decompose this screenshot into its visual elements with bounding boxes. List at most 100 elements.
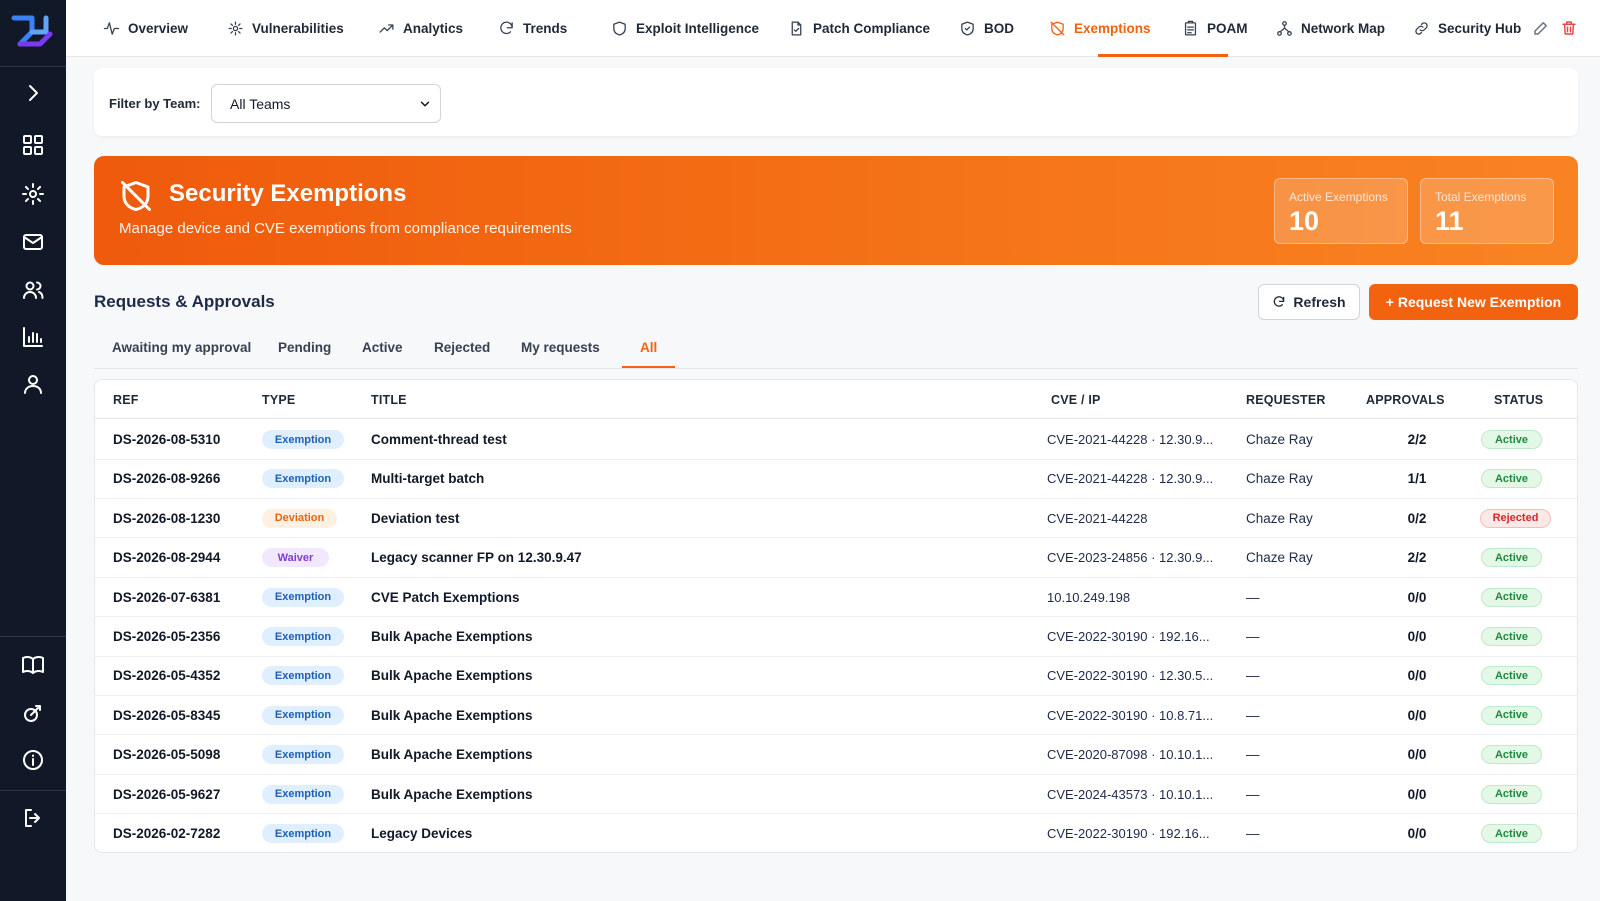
table-row[interactable]: DS-2026-05-8345 Exemption Bulk Apache Exem… xyxy=(95,696,1577,736)
title-cell[interactable]: Bulk Apache Exemptions xyxy=(371,787,533,802)
approvals-cell: 0/0 xyxy=(1407,629,1427,644)
ref-cell[interactable]: DS-2026-08-5310 xyxy=(113,432,220,447)
table-row[interactable]: DS-2026-08-5310 Exemption Comment-thread t… xyxy=(95,420,1577,460)
col-approvals[interactable]: APPROVALS xyxy=(1366,393,1445,407)
edit-icon[interactable] xyxy=(1532,19,1550,37)
grid-icon[interactable] xyxy=(20,132,46,158)
approvals-cell: 1/1 xyxy=(1407,471,1427,487)
ref-cell[interactable]: DS-2026-05-9627 xyxy=(113,787,220,802)
table-row[interactable]: DS-2026-05-4352 Exemption Bulk Apache Exem… xyxy=(95,656,1577,696)
table-row[interactable]: DS-2026-08-1230 Deviation Deviation test CV… xyxy=(95,499,1577,539)
title-cell[interactable]: Bulk Apache Exemptions xyxy=(371,668,533,683)
table-row[interactable]: DS-2026-07-6381 Exemption CVE Patch Exempt… xyxy=(95,578,1577,618)
requester-cell: Chaze Ray xyxy=(1246,510,1313,526)
ref-cell[interactable]: DS-2026-02-7282 xyxy=(113,826,220,841)
type-badge: Exemption xyxy=(262,666,344,686)
chevron-right-icon[interactable] xyxy=(20,80,46,106)
title-cell[interactable]: Deviation test xyxy=(371,511,460,526)
requester-cell: — xyxy=(1246,668,1260,684)
cve-ip-cell: CVE-2021-44228 xyxy=(1047,510,1148,526)
total-exemptions-stat: Total Exemptions 11 xyxy=(1420,178,1554,244)
active-exemptions-stat: Active Exemptions 10 xyxy=(1274,178,1408,244)
cve-ip-cell: CVE-2024-43573 · 10.10.1... xyxy=(1047,786,1214,802)
tab-vulnerabilities[interactable]: Vulnerabilities xyxy=(227,0,344,57)
table-row[interactable]: DS-2026-08-2944 Waiver Legacy scanner FP o… xyxy=(95,538,1577,578)
status-badge: Active xyxy=(1481,469,1542,489)
tab-exemptions[interactable]: Exemptions xyxy=(1049,0,1151,57)
title-cell[interactable]: Bulk Apache Exemptions xyxy=(371,747,533,762)
refresh-button[interactable]: Refresh xyxy=(1258,284,1360,320)
refresh-icon xyxy=(1274,296,1285,307)
tab-overview[interactable]: Overview xyxy=(103,0,188,57)
request-filter-tabs: Awaiting my approval Pending Active Reje… xyxy=(94,334,1578,369)
bar-chart-icon[interactable] xyxy=(20,324,46,350)
table-row[interactable]: DS-2026-02-7282 Exemption Legacy Devices CV… xyxy=(95,814,1577,852)
tab-network-map[interactable]: Network Map xyxy=(1276,0,1385,57)
tab-poam[interactable]: POAM xyxy=(1182,0,1248,57)
section-title: Requests & Approvals xyxy=(94,292,275,311)
title-cell[interactable]: Legacy Devices xyxy=(371,826,472,841)
table-row[interactable]: DS-2026-05-2356 Exemption Bulk Apache Exem… xyxy=(95,617,1577,657)
tab-rejected[interactable]: Rejected xyxy=(434,340,490,355)
approvals-cell: 0/0 xyxy=(1407,786,1427,802)
title-cell[interactable]: Bulk Apache Exemptions xyxy=(371,708,533,723)
tab-analytics[interactable]: Analytics xyxy=(378,0,463,57)
tab-patch-compliance[interactable]: Patch Compliance xyxy=(788,0,930,57)
ref-cell[interactable]: DS-2026-05-5098 xyxy=(113,747,220,762)
sidebar xyxy=(0,0,66,901)
requester-cell: — xyxy=(1246,786,1260,802)
type-badge: Exemption xyxy=(262,469,344,489)
satellite-icon[interactable] xyxy=(20,700,46,726)
tab-my-requests[interactable]: My requests xyxy=(521,340,600,355)
approvals-cell: 0/0 xyxy=(1407,826,1427,841)
tab-pending[interactable]: Pending xyxy=(278,340,331,355)
ref-cell[interactable]: DS-2026-05-8345 xyxy=(113,708,220,723)
ref-cell[interactable]: DS-2026-05-2356 xyxy=(113,629,220,644)
team-select[interactable]: All Teams xyxy=(211,84,441,123)
ref-cell[interactable]: DS-2026-08-1230 xyxy=(113,511,220,526)
col-status[interactable]: STATUS xyxy=(1494,393,1543,407)
cve-ip-cell: CVE-2022-30190 · 12.30.5... xyxy=(1047,668,1214,684)
ref-cell[interactable]: DS-2026-08-2944 xyxy=(113,550,220,565)
tab-active[interactable]: Active xyxy=(362,340,403,355)
cve-ip-cell: CVE-2023-24856 · 12.30.9... xyxy=(1047,550,1214,566)
table-row[interactable]: DS-2026-08-9266 Exemption Multi-target bat… xyxy=(95,459,1577,499)
table-row[interactable]: DS-2026-05-9627 Exemption Bulk Apache Exem… xyxy=(95,775,1577,815)
col-title[interactable]: TITLE xyxy=(371,393,407,407)
col-type[interactable]: TYPE xyxy=(262,393,295,407)
title-cell[interactable]: Comment-thread test xyxy=(371,432,507,447)
user-icon[interactable] xyxy=(20,371,46,397)
mail-icon[interactable] xyxy=(20,229,46,255)
title-cell[interactable]: Legacy scanner FP on 12.30.9.47 xyxy=(371,550,582,565)
settings-icon[interactable] xyxy=(20,181,46,207)
col-cve-ip[interactable]: CVE / IP xyxy=(1051,393,1101,407)
requester-cell: — xyxy=(1246,747,1260,763)
logout-icon[interactable] xyxy=(20,805,46,831)
ref-cell[interactable]: DS-2026-08-9266 xyxy=(113,471,220,486)
tab-exploit-intelligence[interactable]: Exploit Intelligence xyxy=(611,0,759,57)
title-cell[interactable]: CVE Patch Exemptions xyxy=(371,590,520,605)
tab-awaiting-approval[interactable]: Awaiting my approval xyxy=(112,340,251,355)
col-ref[interactable]: REF xyxy=(113,393,139,407)
status-badge: Active xyxy=(1481,587,1542,607)
table-row[interactable]: DS-2026-05-5098 Exemption Bulk Apache Exem… xyxy=(95,735,1577,775)
request-new-exemption-button[interactable]: + Request New Exemption xyxy=(1369,284,1578,320)
trash-icon[interactable] xyxy=(1560,19,1578,37)
info-icon[interactable] xyxy=(20,747,46,773)
tab-all[interactable]: All xyxy=(640,340,657,355)
status-badge: Active xyxy=(1481,548,1542,568)
users-icon[interactable] xyxy=(20,277,46,303)
tab-security-hub[interactable]: Security Hub xyxy=(1413,0,1521,57)
ref-cell[interactable]: DS-2026-07-6381 xyxy=(113,590,220,605)
title-cell[interactable]: Bulk Apache Exemptions xyxy=(371,629,533,644)
brand-logo[interactable] xyxy=(10,10,56,54)
status-badge: Rejected xyxy=(1480,508,1551,528)
book-icon[interactable] xyxy=(20,652,46,678)
tab-bod[interactable]: BOD xyxy=(959,0,1014,57)
cve-ip-cell: CVE-2022-30190 · 10.8.71... xyxy=(1047,707,1214,723)
title-cell[interactable]: Multi-target batch xyxy=(371,471,484,486)
status-badge: Active xyxy=(1481,430,1542,449)
tab-trends[interactable]: Trends xyxy=(498,0,567,57)
ref-cell[interactable]: DS-2026-05-4352 xyxy=(113,668,220,683)
col-requester[interactable]: REQUESTER xyxy=(1246,393,1326,407)
